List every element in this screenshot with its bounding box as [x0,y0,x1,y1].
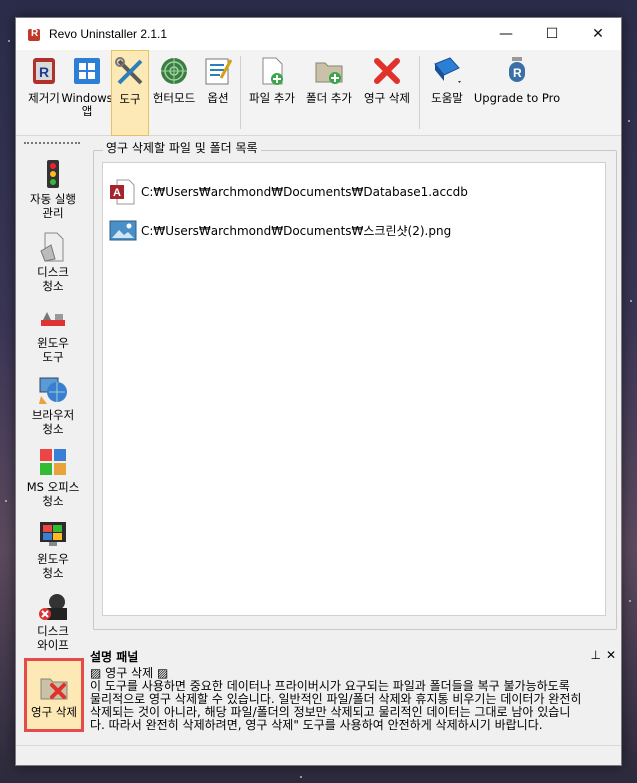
main-panel: 영구 삭제할 파일 및 폴더 목록 A C:₩Users₩archmond₩Do… [93,136,619,631]
sidebar-item-windows-tools[interactable]: 윈도우 도구 [16,302,90,364]
sidebar-item-label: MS 오피스 청소 [26,480,80,508]
background-star [629,600,631,602]
toolbar-separator [419,56,420,129]
pin-icon[interactable]: ⊥ [591,648,601,662]
traffic-light-icon [37,158,69,190]
toolbar-label: 제거기 [28,91,60,105]
toolbar-delete-button[interactable]: 영구 삭제 [358,50,416,136]
toolbar-label: Windows 앱 [61,91,113,118]
title-bar[interactable]: R Revo Uninstaller 2.1.1 — ☐ ✕ [16,18,621,50]
close-panel-icon[interactable]: ✕ [606,648,616,662]
sidebar-item-autorun[interactable]: 자동 실행 관리 [16,158,90,220]
revo-app-icon: R [27,26,43,42]
toolbar-label: 도움말 [431,91,463,105]
toolbar-label: 파일 추가 [249,91,295,105]
tools-sidebar: 자동 실행 관리 디스크 청소 윈도우 도구 브라우저 청소 MS 오피스 청소 [16,136,90,745]
background-star [300,776,302,778]
browser-cleaner-icon [37,374,69,406]
office-cleaner-icon [37,446,69,478]
list-item[interactable]: A C:₩Users₩archmond₩Documents₩Database1.… [109,179,468,205]
options-icon [201,54,235,88]
file-path: C:₩Users₩archmond₩Documents₩스크린샷(2).png [141,223,452,238]
sidebar-item-disk-wipe[interactable]: 디스크 와이프 [16,590,90,652]
sidebar-item-label: 영구 삭제 [31,705,77,719]
close-button[interactable]: ✕ [575,18,621,50]
sidebar-item-label: 윈도우 도구 [37,336,69,364]
file-list[interactable]: A C:₩Users₩archmond₩Documents₩Database1.… [102,162,606,616]
toolbar-upgrade-button[interactable]: R Upgrade to Pro [471,50,563,136]
help-icon [430,54,464,88]
toolbar-add-folder-button[interactable]: 폴더 추가 [300,50,358,136]
add-folder-icon [312,54,346,88]
add-file-icon [255,54,289,88]
file-list-group-label: 영구 삭제할 파일 및 폴더 목록 [103,139,261,156]
toolbar-label: 도구 [119,92,141,106]
toolbar-label: 헌터모드 [152,91,196,105]
maximize-icon: ☐ [545,26,559,42]
sidebar-item-label: 윈도우 청소 [37,552,69,580]
windows-cleaner-icon [37,518,69,550]
windows-apps-icon [70,54,104,88]
toolbar-tools-button[interactable]: 도구 [111,50,149,136]
main-toolbar: R 제거기 Windows 앱 도구 헌터모드 옵션 파일 추가 폴더 추가 영… [16,50,621,136]
toolbar-separator [240,56,241,129]
svg-text:A: A [113,187,121,199]
sidebar-grip [24,142,80,144]
image-file-icon [109,217,137,243]
description-title: 설명 패널 [90,649,139,664]
background-star [630,300,632,302]
hunter-mode-icon [157,54,191,88]
toolbar-uninstaller-button[interactable]: R 제거기 [25,50,63,136]
close-icon: ✕ [592,26,604,42]
sidebar-item-label: 디스크 청소 [37,265,69,293]
sidebar-item-label: 브라우저 청소 [31,408,75,436]
sidebar-item-permanent-delete[interactable]: 영구 삭제 [24,658,84,732]
svg-text:R: R [513,66,522,80]
window-title: Revo Uninstaller 2.1.1 [49,27,168,41]
list-item[interactable]: C:₩Users₩archmond₩Documents₩스크린샷(2).png [109,217,451,243]
toolbar-add-file-button[interactable]: 파일 추가 [244,50,300,136]
sidebar-item-browser-cleaner[interactable]: 브라우저 청소 [16,374,90,436]
minimize-icon: — [499,26,513,42]
sidebar-item-windows-cleaner[interactable]: 윈도우 청소 [16,518,90,580]
background-star [5,500,7,502]
upgrade-icon: R [500,54,534,88]
sidebar-item-disk-cleaner[interactable]: 디스크 청소 [16,231,90,293]
minimize-button[interactable]: — [483,18,529,50]
sidebar-item-label: 디스크 와이프 [37,624,69,652]
toolbar-windows-apps-button[interactable]: Windows 앱 [61,50,113,136]
disk-cleaner-icon [37,231,69,263]
delete-icon [370,54,404,88]
description-line: 다. 따라서 완전히 삭제하려면, 영구 삭제" 도구를 사용하여 안전하게 삭… [90,718,543,732]
sidebar-item-office-cleaner[interactable]: MS 오피스 청소 [16,446,90,508]
toolbar-hunter-mode-button[interactable]: 헌터모드 [149,50,199,136]
toolbar-label: 영구 삭제 [364,91,410,105]
toolbar-help-button[interactable]: 도움말 [423,50,471,136]
toolbar-options-button[interactable]: 옵션 [199,50,237,136]
toolbar-label: 폴더 추가 [306,91,352,105]
toolbar-label: 옵션 [207,91,229,105]
permanent-delete-icon [38,671,70,703]
background-star [8,40,10,42]
description-text: ▨ 영구 삭제 ▨ 이 도구를 사용하면 중요한 데이터나 프라이버시가 요구되… [90,667,621,745]
background-star [628,120,630,122]
access-file-icon: A [109,179,137,205]
disk-wipe-icon [37,590,69,622]
windows-tools-icon [37,302,69,334]
svg-text:R: R [39,64,49,80]
description-header: 설명 패널 ⊥ ✕ [90,647,621,665]
description-panel: 설명 패널 ⊥ ✕ ▨ 영구 삭제 ▨ 이 도구를 사용하면 중요한 데이터나 … [90,645,621,745]
toolbar-label: Upgrade to Pro [473,91,561,105]
status-bar [16,745,621,765]
uninstaller-icon: R [27,54,61,88]
tools-icon [113,55,147,89]
sidebar-item-label: 자동 실행 관리 [30,192,76,220]
file-path: C:₩Users₩archmond₩Documents₩Database1.ac… [141,185,468,199]
maximize-button[interactable]: ☐ [529,18,575,50]
app-window: R Revo Uninstaller 2.1.1 — ☐ ✕ R 제거기 Win… [15,17,622,766]
